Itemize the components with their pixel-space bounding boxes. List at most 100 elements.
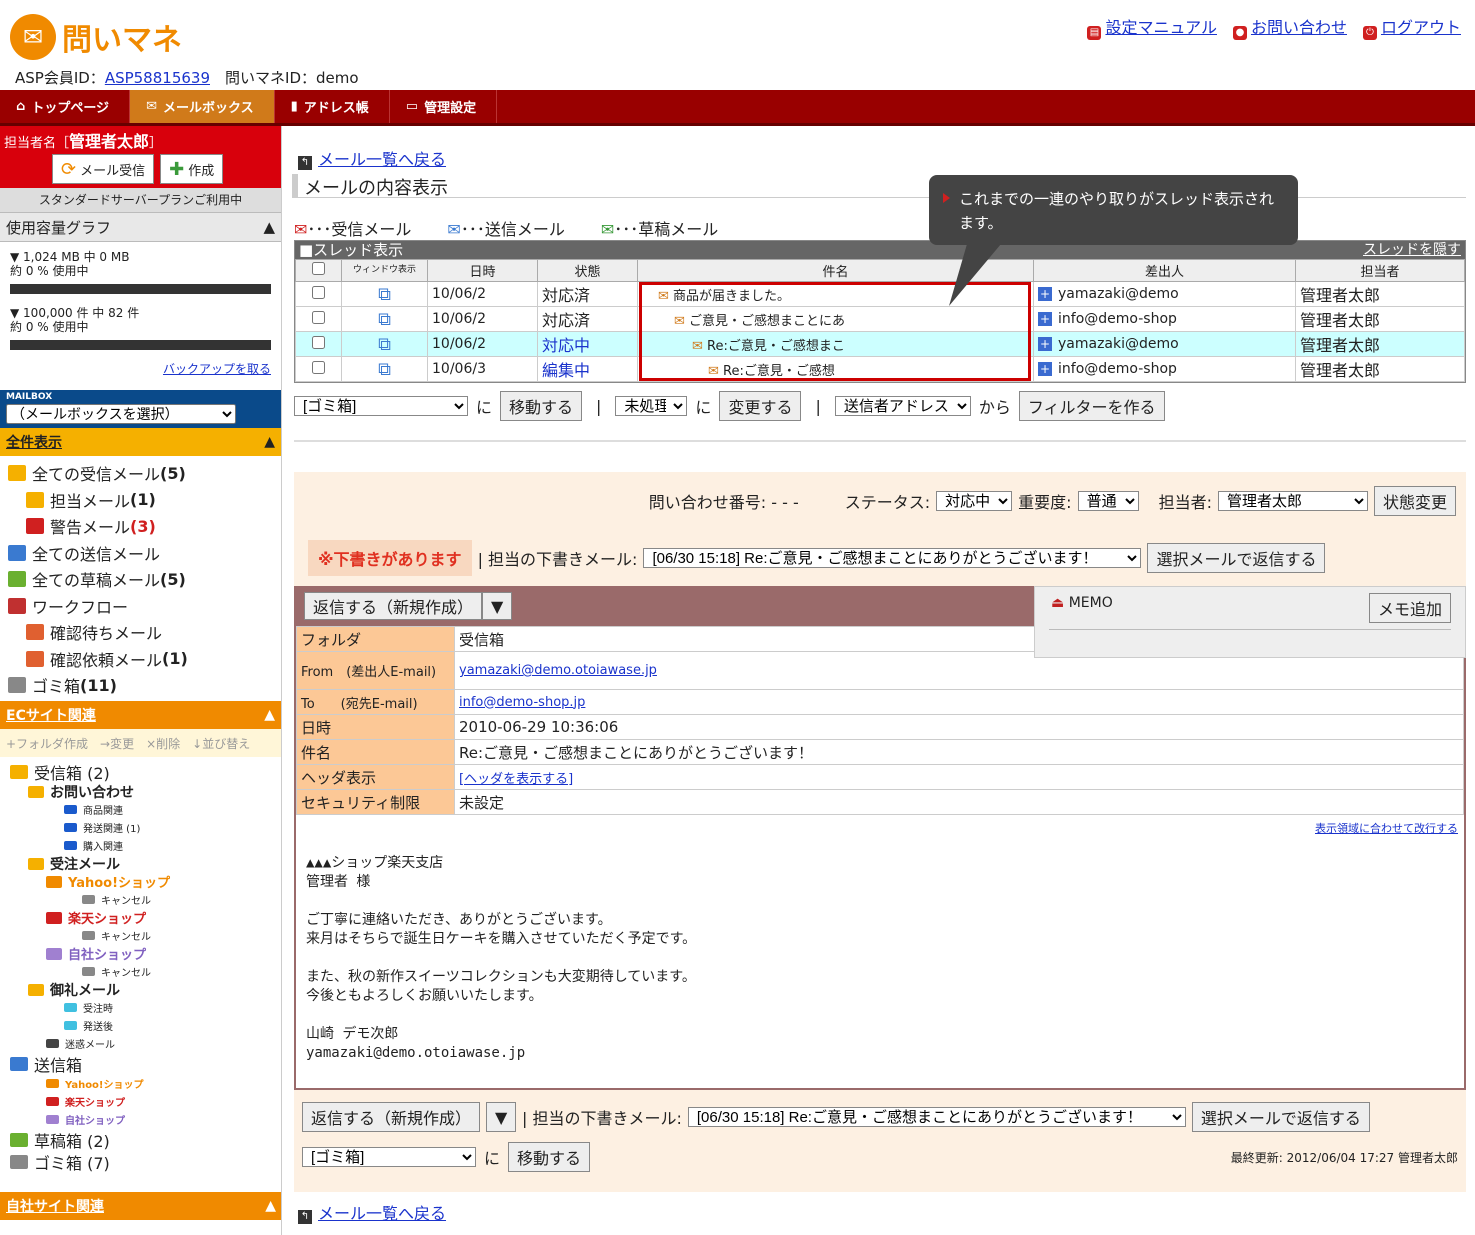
folder-tree-label: 受信箱 (2) bbox=[34, 763, 110, 783]
field-row: To (宛先E-mail) info@demo-shop.jp bbox=[296, 689, 1464, 715]
change-status-button[interactable]: 状態変更 bbox=[1373, 486, 1456, 516]
folder-tree-item[interactable]: Yahoo!ショップ bbox=[10, 873, 281, 891]
reply-with-selected-button[interactable]: 選択メールで返信する bbox=[1147, 543, 1326, 573]
logo[interactable]: ✉ 問いマネ bbox=[10, 14, 182, 60]
folder-tree-item[interactable]: キャンセル bbox=[10, 963, 281, 981]
row-checkbox[interactable] bbox=[312, 285, 325, 299]
back-link-bottom[interactable]: ↰ メール一覧へ戻る bbox=[298, 1200, 446, 1224]
folder-tree-item[interactable]: 迷惑メール bbox=[10, 1035, 281, 1053]
asp-id-link[interactable]: ASP58815639 bbox=[105, 69, 210, 87]
back-link[interactable]: ↰ メール一覧へ戻る bbox=[298, 146, 446, 170]
folder-tree-label: お問い合わせ bbox=[50, 784, 134, 801]
move-button-bottom[interactable]: 移動する bbox=[508, 1142, 591, 1172]
window-cell: ⧉ bbox=[341, 306, 428, 332]
contact-link[interactable]: ● お問い合わせ bbox=[1232, 14, 1347, 40]
assignee-select[interactable]: 管理者太郎 bbox=[1217, 491, 1368, 511]
folder-tree-item[interactable]: 草稿箱 (2) bbox=[10, 1129, 281, 1151]
row-checkbox[interactable] bbox=[312, 335, 325, 349]
reply-button-bottom[interactable]: 返信する（新規作成） bbox=[302, 1102, 481, 1132]
draft-select-bottom[interactable]: [06/30 15:18] Re:ご意見・ご感想まことにありがとうございます！ bbox=[687, 1107, 1186, 1127]
row-status: 対応済 bbox=[537, 306, 638, 332]
envelope-icon: ✉ bbox=[10, 14, 56, 60]
field-value: Re:ご意見・ご感想まことにありがとうございます！ bbox=[454, 739, 1464, 765]
contact-label: お問い合わせ bbox=[1250, 18, 1347, 37]
move-folder-select[interactable]: [ゴミ箱] bbox=[294, 396, 468, 416]
row-from: + info@demo-shop bbox=[1033, 306, 1296, 332]
plus-icon[interactable]: + bbox=[1038, 337, 1052, 351]
hide-thread-link[interactable]: スレッドを隠す bbox=[1363, 241, 1461, 259]
mail-tree-item[interactable]: 担当メール (1) bbox=[8, 487, 281, 514]
folder-tree-item[interactable]: お問い合わせ bbox=[10, 783, 281, 801]
move-button[interactable]: 移動する bbox=[500, 391, 583, 421]
own-header[interactable]: 自社サイト関連 ▲ bbox=[0, 1192, 281, 1220]
folder-tree-item[interactable]: 自社ショップ bbox=[10, 945, 281, 963]
compose-button[interactable]: ✚ 作成 bbox=[160, 154, 224, 184]
folder-tree-item[interactable]: 受注時 bbox=[10, 999, 281, 1017]
open-window-icon[interactable]: ⧉ bbox=[378, 284, 391, 305]
folder-tree-item[interactable]: 楽天ショップ bbox=[10, 1093, 281, 1111]
wrap-link[interactable]: 表示領域に合わせて改行する bbox=[1315, 822, 1458, 835]
row-checkbox[interactable] bbox=[312, 360, 325, 374]
change-button[interactable]: 変更する bbox=[719, 391, 802, 421]
folder-tree-item[interactable]: キャンセル bbox=[10, 927, 281, 945]
select-all-checkbox[interactable] bbox=[312, 262, 325, 275]
draft-select[interactable]: [06/30 15:18] Re:ご意見・ご感想まことにありがとうございます！ bbox=[643, 548, 1142, 568]
all-header[interactable]: 全件表示 ▲ bbox=[0, 428, 281, 456]
folder-tree-label: 自社ショップ bbox=[68, 948, 147, 963]
manual-link[interactable]: ▤ 設定マニュアル bbox=[1087, 14, 1217, 40]
folder-tree-item[interactable]: 自社ショップ bbox=[10, 1111, 281, 1129]
field-value[interactable]: [ヘッダを表示する] bbox=[454, 764, 1464, 790]
mail-tree-item[interactable]: 警告メール (3) bbox=[8, 513, 281, 540]
tab-mailbox[interactable]: ✉ メールボックス bbox=[130, 90, 275, 123]
folder-tree-item[interactable]: 発送関連 (1) bbox=[10, 819, 281, 837]
plus-icon[interactable]: + bbox=[1038, 312, 1052, 326]
mail-tree-item[interactable]: ワークフロー bbox=[8, 593, 281, 620]
folder-tree-item[interactable]: 送信箱 bbox=[10, 1053, 281, 1075]
folder-tree-item[interactable]: 受注メール bbox=[10, 855, 281, 873]
folder-tree-item[interactable]: 楽天ショップ bbox=[10, 909, 281, 927]
reply-dropdown-bottom[interactable]: ▼ bbox=[486, 1102, 517, 1132]
folder-tree-item[interactable]: 商品関連 bbox=[10, 801, 281, 819]
filter-source-select[interactable]: 送信者アドレス bbox=[834, 396, 971, 416]
mail-tree-item[interactable]: 確認依頼メール (1) bbox=[8, 646, 281, 673]
tab-top[interactable]: ⌂ トップページ bbox=[0, 90, 131, 123]
mail-tree-item[interactable]: 確認待ちメール bbox=[8, 619, 281, 646]
folder-tree-item[interactable]: 発送後 bbox=[10, 1017, 281, 1035]
folder-tree-item[interactable]: キャンセル bbox=[10, 891, 281, 909]
reply-button[interactable]: 返信する（新規作成） bbox=[304, 592, 483, 620]
status-select[interactable]: 未処理 bbox=[615, 396, 688, 416]
tab-settings[interactable]: ▭ 管理設定 bbox=[390, 90, 498, 123]
field-value[interactable]: info@demo-shop.jp bbox=[454, 689, 1464, 715]
mail-tree-item[interactable]: 全ての草稿メール (5) bbox=[8, 566, 281, 593]
folder-tree-item[interactable]: 受信箱 (2) bbox=[10, 761, 281, 783]
tab-address[interactable]: ▮ アドレス帳 bbox=[275, 90, 390, 123]
open-window-icon[interactable]: ⧉ bbox=[378, 309, 391, 330]
folder-tools[interactable]: +フォルダ作成 →変更 ×削除 ↓並び替え bbox=[0, 728, 281, 757]
toi-id: 問いマネID：demo bbox=[225, 69, 359, 87]
status-value-select[interactable]: 対応中 bbox=[936, 491, 1013, 511]
folder-tree-item[interactable]: Yahoo!ショップ bbox=[10, 1075, 281, 1093]
make-filter-button[interactable]: フィルターを作る bbox=[1018, 391, 1165, 421]
mailbox-select[interactable]: （メールボックスを選択） bbox=[6, 404, 236, 424]
move-folder-select-bottom[interactable]: [ゴミ箱] bbox=[302, 1147, 476, 1167]
logout-link[interactable]: ⏻ ログアウト bbox=[1362, 14, 1461, 40]
ec-header[interactable]: ECサイト関連 ▲ bbox=[0, 700, 281, 729]
mail-tree-item[interactable]: 全ての受信メール (5) bbox=[8, 460, 281, 487]
reply-with-selected-bottom[interactable]: 選択メールで返信する bbox=[1191, 1102, 1370, 1132]
mail-tree-item[interactable]: ゴミ箱 (11) bbox=[8, 672, 281, 699]
open-window-icon[interactable]: ⧉ bbox=[378, 359, 391, 380]
importance-select[interactable]: 普通 bbox=[1077, 491, 1139, 511]
open-window-icon[interactable]: ⧉ bbox=[378, 334, 391, 355]
reply-dropdown-button[interactable]: ▼ bbox=[482, 592, 513, 620]
plus-icon[interactable]: + bbox=[1038, 287, 1052, 301]
receive-mail-button[interactable]: ⟳ メール受信 bbox=[52, 154, 155, 184]
folder-tree-item[interactable]: ゴミ箱 (7) bbox=[10, 1151, 281, 1173]
usage-header[interactable]: 使用容量グラフ ▲ bbox=[0, 212, 281, 242]
folder-tree-item[interactable]: 購入関連 bbox=[10, 837, 281, 855]
row-checkbox[interactable] bbox=[312, 310, 325, 324]
plus-icon[interactable]: + bbox=[1038, 362, 1052, 376]
mail-tree-item[interactable]: 全ての送信メール bbox=[8, 540, 281, 567]
folder-tree-item[interactable]: 御礼メール bbox=[10, 981, 281, 999]
add-memo-button[interactable]: メモ追加 bbox=[1368, 593, 1451, 623]
backup-link[interactable]: バックアップを取る bbox=[163, 362, 271, 376]
